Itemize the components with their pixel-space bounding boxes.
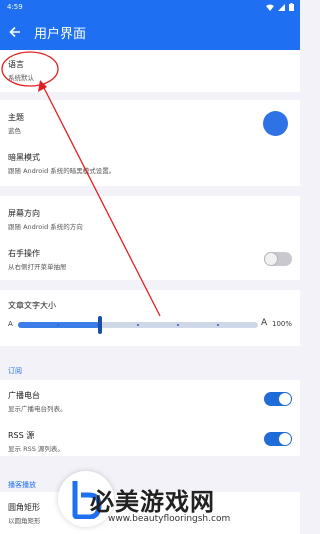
radio-value: 显示广播电台列表。 [8, 405, 67, 413]
radio-label: 广播电台 [8, 391, 40, 400]
theme-value: 蓝色 [8, 127, 21, 135]
right-hand-label: 右手操作 [8, 249, 40, 258]
status-icons [266, 3, 294, 11]
slider-min-label: A [8, 320, 13, 328]
right-hand-setting[interactable]: 右手操作 从右侧打开菜单抽屉 [8, 248, 292, 272]
appearance-card: 主题 蓝色 暗黑模式 跟随 Android 系统的暗黑模式设置。 [0, 100, 300, 186]
radio-toggle[interactable] [264, 392, 292, 406]
text-size-setting: 文章文字大小 [8, 300, 292, 311]
status-time: 4:59 [7, 3, 23, 11]
slider-tick [177, 324, 179, 326]
slider-value-label: 100% [272, 320, 293, 328]
right-hand-value: 从右侧打开菜单抽屉 [8, 263, 67, 271]
radio-setting[interactable]: 广播电台 显示广播电台列表。 [8, 390, 292, 413]
page-title: 用户界面 [34, 26, 87, 42]
rss-label: RSS 源 [8, 431, 35, 440]
section-subscription: 订阅 [8, 367, 22, 375]
subscription-card: 广播电台 显示广播电台列表。 RSS 源 显示 RSS 源列表。 [0, 380, 300, 456]
watermark-text: 必美游戏网 [90, 487, 215, 516]
slider-thumb[interactable] [97, 316, 102, 334]
theme-setting[interactable]: 主题 蓝色 [8, 111, 292, 142]
orientation-label: 屏幕方向 [8, 209, 40, 218]
language-setting[interactable]: 语言 系统默认 [8, 59, 292, 82]
dark-mode-setting[interactable]: 暗黑模式 跟随 Android 系统的暗黑模式设置。 [8, 152, 292, 175]
slider-max-label: A [261, 318, 268, 328]
dark-mode-value: 跟随 Android 系统的暗黑模式设置。 [8, 167, 116, 175]
text-size-label: 文章文字大小 [8, 301, 56, 310]
orientation-setting[interactable]: 屏幕方向 跟随 Android 系统的方向 [8, 208, 292, 231]
rss-toggle[interactable] [264, 432, 292, 446]
back-arrow-icon [9, 26, 20, 38]
dark-mode-label: 暗黑模式 [8, 153, 40, 162]
theme-color-swatch[interactable] [263, 111, 288, 136]
layout-card: 屏幕方向 跟随 Android 系统的方向 右手操作 从右侧打开菜单抽屉 [0, 196, 300, 280]
back-button[interactable] [0, 26, 30, 38]
section-player: 播客播放 [8, 481, 36, 489]
watermark-url: www.beautyflooringsh.com [108, 514, 231, 524]
toggle-knob [279, 393, 291, 405]
battery-icon [289, 3, 294, 11]
orientation-value: 跟随 Android 系统的方向 [8, 223, 83, 231]
slider-tick [137, 324, 139, 326]
language-card: 语言 系统默认 [0, 50, 300, 92]
right-hand-toggle[interactable] [264, 252, 292, 266]
toggle-knob [279, 433, 291, 445]
rss-value: 显示 RSS 源列表。 [8, 445, 64, 453]
slider-tick [57, 324, 59, 326]
status-bar: 4:59 [0, 0, 300, 14]
app-bar: 用户界面 [0, 14, 300, 50]
text-size-slider[interactable]: A A 100% [8, 316, 293, 334]
signal-icon [278, 3, 285, 11]
language-value: 系统默认 [8, 74, 34, 82]
wifi-icon [266, 4, 274, 11]
toggle-knob [265, 253, 277, 265]
theme-label: 主题 [8, 113, 24, 122]
slider-tick [217, 324, 219, 326]
rss-setting[interactable]: RSS 源 显示 RSS 源列表。 [8, 430, 292, 453]
language-label: 语言 [8, 60, 24, 69]
